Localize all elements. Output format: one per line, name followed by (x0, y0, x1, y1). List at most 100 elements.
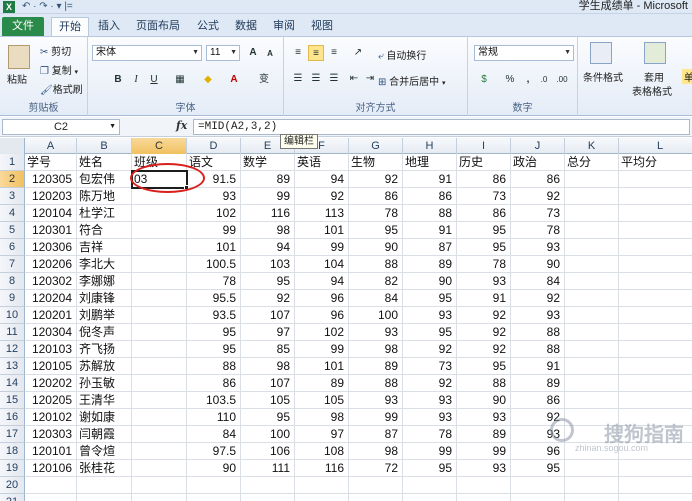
row-header-2[interactable]: 2 (0, 171, 25, 188)
cell-c21[interactable] (132, 494, 187, 501)
cell-e21[interactable] (241, 494, 295, 501)
cell-a4[interactable]: 120104 (25, 205, 77, 222)
cell-f20[interactable] (295, 477, 349, 494)
cell-e12[interactable]: 85 (241, 341, 295, 358)
cell-g11[interactable]: 93 (349, 324, 403, 341)
cell-a10[interactable]: 120201 (25, 307, 77, 324)
cell-e15[interactable]: 105 (241, 392, 295, 409)
cell-j13[interactable]: 91 (511, 358, 565, 375)
cell-styles-button[interactable]: 单 (682, 69, 692, 84)
cell-e4[interactable]: 116 (241, 205, 295, 222)
cell-h20[interactable] (403, 477, 457, 494)
cell-h16[interactable]: 93 (403, 409, 457, 426)
cell-j1[interactable]: 政治 (511, 154, 565, 171)
merge-center-button[interactable]: ⊞ 合并后居中 ▾ (378, 73, 445, 88)
cell-d18[interactable]: 97.5 (187, 443, 241, 460)
cell-c11[interactable] (132, 324, 187, 341)
cell-i21[interactable] (457, 494, 511, 501)
cell-e17[interactable]: 100 (241, 426, 295, 443)
cell-h21[interactable] (403, 494, 457, 501)
cell-j21[interactable] (511, 494, 565, 501)
cell-f17[interactable]: 97 (295, 426, 349, 443)
cell-b4[interactable]: 杜学江 (77, 205, 132, 222)
cell-h1[interactable]: 地理 (403, 154, 457, 171)
cell-h5[interactable]: 91 (403, 222, 457, 239)
cell-i4[interactable]: 86 (457, 205, 511, 222)
cell-b17[interactable]: 闫朝霞 (77, 426, 132, 443)
tab-page-layout[interactable]: 页面布局 (130, 17, 186, 36)
cell-d10[interactable]: 93.5 (187, 307, 241, 324)
cell-e8[interactable]: 95 (241, 273, 295, 290)
cell-f1[interactable]: 英语 (295, 154, 349, 171)
row-header-18[interactable]: 18 (0, 443, 25, 460)
cell-k10[interactable] (565, 307, 619, 324)
cell-f21[interactable] (295, 494, 349, 501)
cell-d12[interactable]: 95 (187, 341, 241, 358)
cell-j9[interactable]: 92 (511, 290, 565, 307)
cell-l10[interactable] (619, 307, 692, 324)
cell-c7[interactable] (132, 256, 187, 273)
cell-b19[interactable]: 张桂花 (77, 460, 132, 477)
cell-e2[interactable]: 89 (241, 171, 295, 188)
cell-k5[interactable] (565, 222, 619, 239)
cell-f13[interactable]: 101 (295, 358, 349, 375)
cell-g8[interactable]: 82 (349, 273, 403, 290)
row-header-21[interactable]: 21 (0, 494, 25, 501)
cell-a18[interactable]: 120101 (25, 443, 77, 460)
cell-k6[interactable] (565, 239, 619, 256)
cell-j15[interactable]: 86 (511, 392, 565, 409)
cell-a8[interactable]: 120302 (25, 273, 77, 290)
cell-j20[interactable] (511, 477, 565, 494)
cell-h7[interactable]: 89 (403, 256, 457, 273)
cell-d17[interactable]: 84 (187, 426, 241, 443)
cell-f14[interactable]: 89 (295, 375, 349, 392)
cell-i6[interactable]: 95 (457, 239, 511, 256)
cell-i19[interactable]: 93 (457, 460, 511, 477)
cell-f11[interactable]: 102 (295, 324, 349, 341)
cell-k7[interactable] (565, 256, 619, 273)
align-left-icon[interactable]: ☰ (290, 71, 306, 87)
underline-button[interactable]: U (146, 72, 162, 88)
cell-g21[interactable] (349, 494, 403, 501)
cell-l20[interactable] (619, 477, 692, 494)
cell-c20[interactable] (132, 477, 187, 494)
align-bottom-icon[interactable]: ≡ (326, 45, 342, 61)
paste-icon[interactable] (8, 45, 30, 69)
cell-b3[interactable]: 陈万地 (77, 188, 132, 205)
orientation-icon[interactable]: ↗ (350, 45, 366, 61)
cell-l6[interactable] (619, 239, 692, 256)
select-all-corner[interactable] (0, 138, 25, 154)
cell-b8[interactable]: 李娜娜 (77, 273, 132, 290)
cell-a7[interactable]: 120206 (25, 256, 77, 273)
cell-d20[interactable] (187, 477, 241, 494)
cell-a6[interactable]: 120306 (25, 239, 77, 256)
cell-c15[interactable] (132, 392, 187, 409)
cell-a15[interactable]: 120205 (25, 392, 77, 409)
cell-d5[interactable]: 99 (187, 222, 241, 239)
cell-d8[interactable]: 78 (187, 273, 241, 290)
cell-i11[interactable]: 92 (457, 324, 511, 341)
grow-font-button[interactable]: A (245, 45, 261, 61)
cell-f16[interactable]: 98 (295, 409, 349, 426)
column-header-g[interactable]: G (349, 138, 403, 154)
row-header-14[interactable]: 14 (0, 375, 25, 392)
cell-c8[interactable] (132, 273, 187, 290)
cell-k21[interactable] (565, 494, 619, 501)
cell-b9[interactable]: 刘康锋 (77, 290, 132, 307)
cell-a14[interactable]: 120202 (25, 375, 77, 392)
cell-h9[interactable]: 95 (403, 290, 457, 307)
cell-b21[interactable] (77, 494, 132, 501)
cell-a13[interactable]: 120105 (25, 358, 77, 375)
cell-d7[interactable]: 100.5 (187, 256, 241, 273)
cell-i14[interactable]: 88 (457, 375, 511, 392)
cell-h14[interactable]: 92 (403, 375, 457, 392)
cell-k1[interactable]: 总分 (565, 154, 619, 171)
cut-button[interactable]: ✂ 剪切 (40, 43, 71, 58)
cell-l13[interactable] (619, 358, 692, 375)
bold-button[interactable]: B (110, 72, 126, 88)
cell-i16[interactable]: 93 (457, 409, 511, 426)
row-header-20[interactable]: 20 (0, 477, 25, 494)
cell-f2[interactable]: 94 (295, 171, 349, 188)
cell-c6[interactable] (132, 239, 187, 256)
cell-g6[interactable]: 90 (349, 239, 403, 256)
